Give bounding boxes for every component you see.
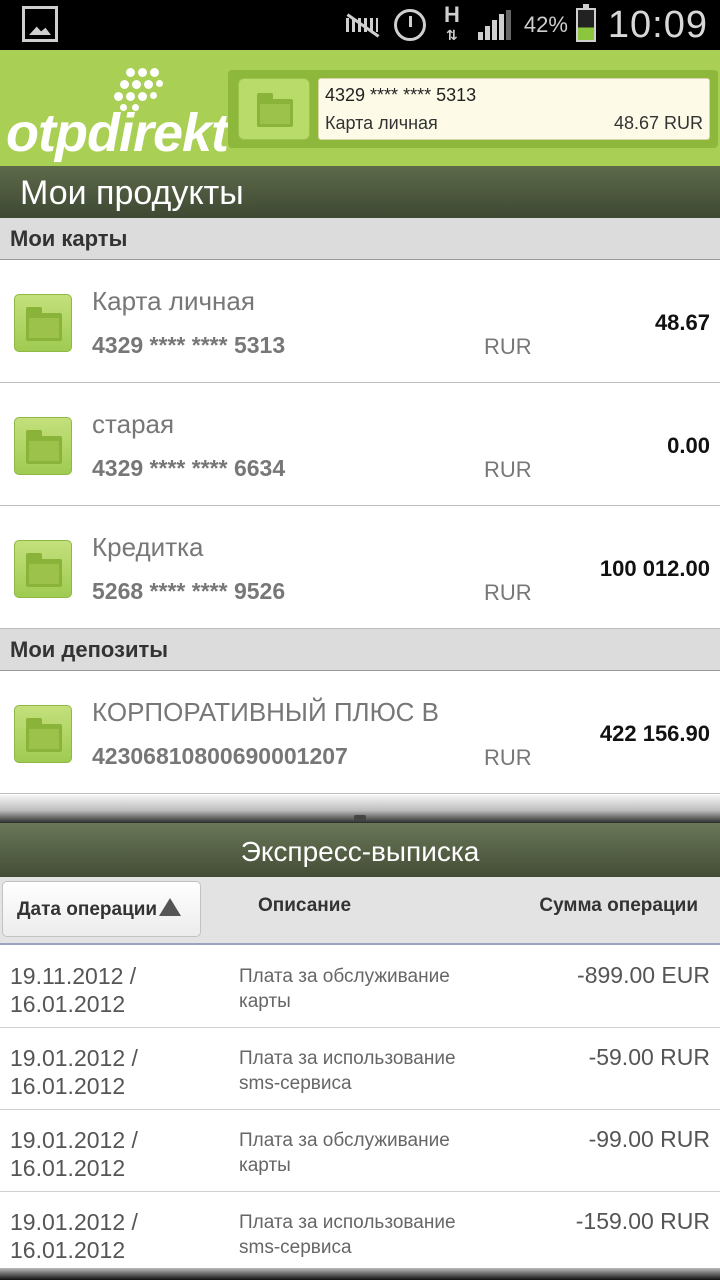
page-title: Мои продукты [0,166,720,218]
operation-description: Плата за использование sms-сервиса [239,1212,456,1258]
operation-description: Плата за обслуживание карты [239,966,450,1012]
status-icons: H ⇅ 42% 10:09 [344,0,708,50]
card-name: Карта личная [92,286,255,316]
folder-icon [257,93,293,127]
section-cards-header: Мои карты [0,218,720,260]
operation-date: 19.01.2012 /16.01.2012 [10,1209,138,1263]
selected-account-number: 4329 **** **** 5313 [325,85,477,105]
operation-amount: -159.00 RUR [575,1208,710,1234]
card-name: старая [92,409,175,439]
card-row[interactable]: старая 4329 **** **** 6634 RUR 0.00 [0,383,720,506]
mute-icon [344,10,380,40]
card-currency: RUR [484,334,532,359]
operation-date: 19.01.2012 /16.01.2012 [10,1045,138,1099]
deposit-currency: RUR [484,745,532,770]
section-deposits-header: Мои депозиты [0,629,720,671]
card-folder-icon [14,417,72,475]
operation-amount: -99.00 RUR [588,1126,710,1152]
deposit-balance: 422 156.90 [599,721,710,746]
app-header: otpdirekt 4329 **** **** 5313 Карта личн… [0,50,720,166]
otp-logo: otpdirekt [6,103,229,163]
account-selector[interactable]: 4329 **** **** 5313 Карта личная 48.67 R… [228,70,718,148]
alarm-icon [393,9,426,41]
bottom-edge-shadow [0,1268,720,1280]
card-number: 4329 **** **** 5313 [92,332,286,358]
network-type-label: H [443,2,460,27]
card-folder-icon [14,294,72,352]
grip-icon [354,815,366,821]
operation-amount: -899.00 EUR [577,962,710,988]
card-name: Кредитка [92,532,204,562]
operation-date: 19.01.2012 /16.01.2012 [10,1127,138,1181]
statement-row[interactable]: 19.11.2012 /16.01.2012 Плата за обслужив… [0,946,720,1028]
card-currency: RUR [484,457,532,482]
deposit-folder-icon [14,705,72,763]
account-folder-button[interactable] [238,78,310,140]
card-number: 5268 **** **** 9526 [92,578,286,604]
card-row[interactable]: Карта личная 4329 **** **** 5313 RUR 48.… [0,260,720,383]
card-number: 4329 **** **** 6634 [92,455,286,481]
sort-ascending-icon [159,898,182,916]
card-balance: 100 012.00 [599,556,710,581]
column-description-label[interactable]: Описание [258,895,351,917]
express-statement-title: Экспресс-выписка [0,823,720,877]
selected-account-name: Карта личная [325,113,438,133]
panel-resize-handle[interactable] [0,795,720,823]
operation-date: 19.11.2012 /16.01.2012 [10,963,137,1017]
sort-by-date-button[interactable]: Дата операции [2,881,201,937]
status-bar: H ⇅ 42% 10:09 [0,0,720,50]
column-date-label: Дата операции [17,899,158,920]
battery-percent: 42% [523,12,568,37]
card-balance: 0.00 [667,433,710,458]
column-amount-label[interactable]: Сумма операции [539,895,698,917]
card-folder-icon [14,540,72,598]
deposit-number: 42306810800690001207 [92,743,348,769]
card-currency: RUR [484,580,532,605]
operation-description: Плата за обслуживание карты [239,1130,450,1176]
battery-charging-icon [575,4,596,42]
statement-row[interactable]: 19.01.2012 /16.01.2012 Плата за использо… [0,1192,720,1268]
operation-description: Плата за использование sms-сервиса [239,1048,456,1094]
operation-amount: -59.00 RUR [588,1044,710,1070]
signal-icon [477,10,512,40]
gallery-icon [22,6,58,42]
statement-row[interactable]: 19.01.2012 /16.01.2012 Плата за использо… [0,1028,720,1110]
deposit-row[interactable]: КОРПОРАТИВНЫЙ ПЛЮС В 4230681080069000120… [0,671,720,794]
card-row[interactable]: Кредитка 5268 **** **** 9526 RUR 100 012… [0,506,720,629]
selected-account-info[interactable]: 4329 **** **** 5313 Карта личная 48.67 R… [318,78,710,140]
clock: 10:09 [607,3,708,46]
deposit-name: КОРПОРАТИВНЫЙ ПЛЮС В [92,697,439,727]
card-balance: 48.67 [654,310,710,335]
data-arrows-icon: H ⇅ [443,2,460,44]
statement-row[interactable]: 19.01.2012 /16.01.2012 Плата за обслужив… [0,1110,720,1192]
selected-account-balance: 48.67 RUR [613,113,703,133]
statement-column-header: Дата операции Описание Сумма операции [0,877,720,945]
